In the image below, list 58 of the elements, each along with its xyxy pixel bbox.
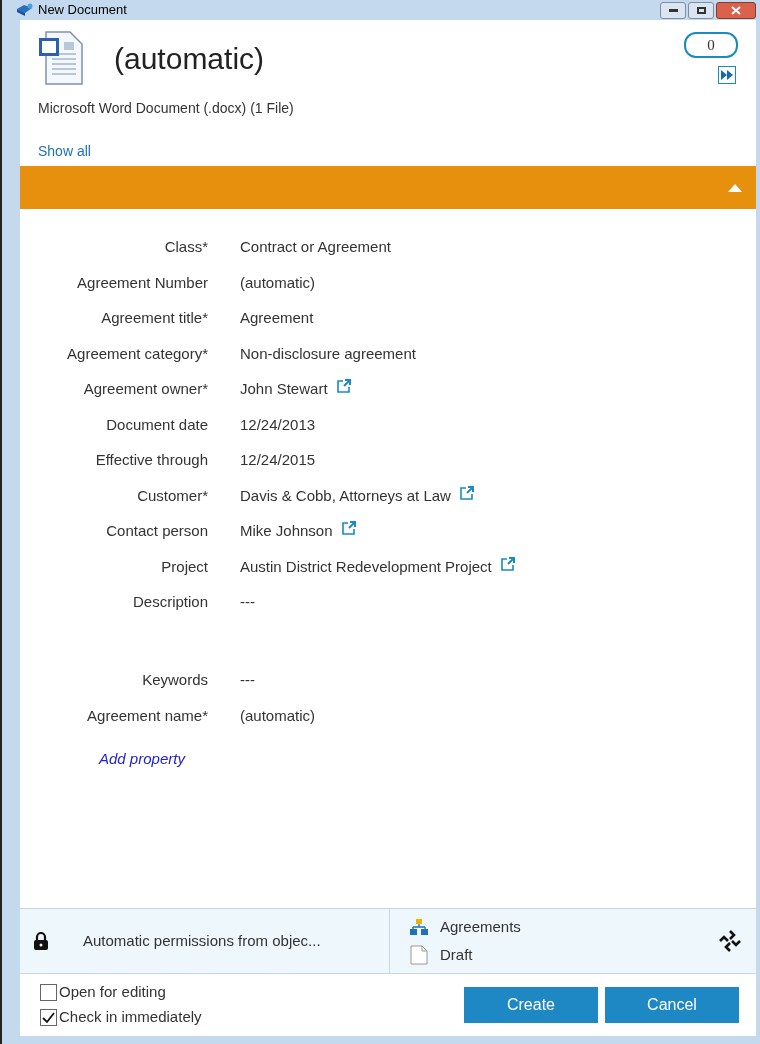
property-label: Agreement owner* — [82, 379, 208, 399]
minimize-button[interactable] — [660, 1, 686, 19]
property-label: Document date — [105, 414, 208, 435]
external-link-icon[interactable] — [340, 520, 357, 536]
property-value: 12/24/2015 — [240, 450, 316, 470]
file-type-text: Microsoft Word Document (.docx) (1 File) — [38, 99, 295, 118]
lock-icon — [33, 931, 49, 951]
property-label: Agreement Number — [76, 272, 208, 293]
property-label: Agreement name* — [86, 705, 208, 726]
property-label: Agreement category* — [66, 343, 208, 364]
property-label: Effective through — [94, 450, 208, 470]
checkbox[interactable] — [40, 1009, 57, 1026]
show-all-link[interactable]: Show all — [38, 141, 91, 162]
external-link-icon[interactable] — [458, 484, 475, 501]
fast-forward-icon[interactable] — [718, 66, 736, 84]
checkbox[interactable] — [40, 984, 57, 1001]
property-value: John Stewart — [240, 379, 328, 399]
property-value: (automatic) — [240, 272, 316, 293]
property-label: Project — [160, 556, 208, 577]
state-text: Draft — [440, 945, 473, 965]
property-label: Class* — [163, 237, 208, 257]
cancel-button[interactable]: Cancel — [605, 987, 739, 1023]
app-logo-icon — [16, 3, 34, 17]
checkbox-label: Open for editing — [59, 982, 166, 1003]
permissions-panel[interactable]: Automatic permissions from objec... — [20, 909, 390, 973]
checkbox-label: Check in immediately — [59, 1007, 202, 1028]
property-value: --- — [240, 592, 255, 612]
page-icon — [410, 945, 428, 966]
collapse-arrow-icon — [728, 183, 742, 192]
window-title: New Document — [38, 1, 127, 20]
maximize-button[interactable] — [688, 1, 714, 19]
property-label: Contact person — [105, 521, 208, 541]
external-link-icon[interactable] — [499, 555, 516, 572]
property-value: --- — [240, 670, 255, 690]
property-label: Customer* — [136, 485, 208, 506]
word-document-icon — [38, 30, 84, 86]
property-label: Keywords — [141, 670, 208, 690]
property-label: Description — [131, 592, 208, 612]
property-value: Non-disclosure agreement — [240, 343, 416, 364]
close-icon — [731, 5, 741, 15]
create-button[interactable]: Create — [464, 987, 598, 1023]
property-value: 12/24/2013 — [240, 414, 316, 435]
close-button[interactable] — [716, 1, 756, 19]
workflow-text: Agreements — [440, 916, 521, 937]
add-property-link[interactable]: Add property — [99, 748, 185, 771]
property-value: Agreement — [240, 308, 314, 328]
permissions-text: Automatic permissions from objec... — [83, 930, 321, 951]
workflow-icon — [410, 918, 428, 935]
external-link-icon[interactable] — [335, 378, 352, 394]
checkmark-icon — [42, 1011, 55, 1024]
property-label: Agreement title* — [100, 308, 208, 328]
comment-count-bubble[interactable]: 0 — [684, 32, 738, 58]
property-value: Mike Johnson — [240, 521, 333, 541]
document-title: (automatic) — [114, 40, 265, 77]
property-value: (automatic) — [240, 705, 316, 726]
property-value: Davis & Cobb, Attorneys at Law — [240, 485, 451, 506]
property-value: Austin District Redevelopment Project — [240, 556, 492, 577]
property-value: Contract or Agreement — [240, 237, 391, 257]
